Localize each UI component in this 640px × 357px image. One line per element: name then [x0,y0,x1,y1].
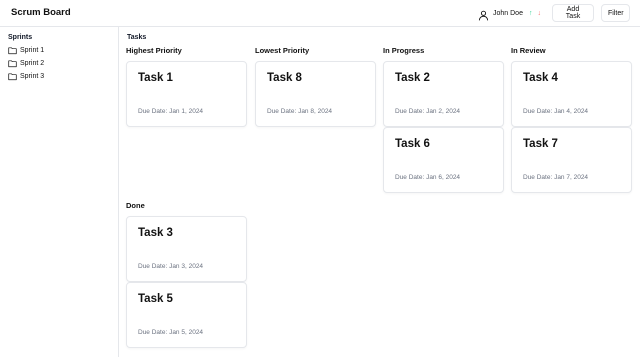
sidebar-item-sprint-1[interactable]: Sprint 1 [8,45,44,56]
task-title: Task 5 [138,293,173,305]
user-name: John Doe [493,9,523,17]
app-title: Scrum Board [11,7,71,18]
user-icon [478,8,489,20]
task-card[interactable]: Task 3 Due Date: Jan 3, 2024 [126,216,247,282]
task-card[interactable]: Task 1 Due Date: Jan 1, 2024 [126,61,247,127]
add-task-button[interactable]: Add Task [552,4,594,22]
task-card[interactable]: Task 5 Due Date: Jan 5, 2024 [126,282,247,348]
task-card[interactable]: Task 7 Due Date: Jan 7, 2024 [511,127,632,193]
sidebar-item-label: Sprint 3 [20,73,45,80]
sidebar-title: Sprints [8,34,33,41]
task-title: Task 3 [138,227,173,239]
sidebar-item-sprint-3[interactable]: Sprint 3 [8,71,44,82]
task-title: Task 6 [395,138,430,150]
sidebar: Sprints Sprint 1 Sprint 2 Sprint 3 [0,27,119,357]
task-due-date: Due Date: Jan 4, 2024 [523,108,589,115]
task-card[interactable]: Task 6 Due Date: Jan 6, 2024 [383,127,504,193]
task-due-date: Due Date: Jan 3, 2024 [138,263,204,270]
task-due-date: Due Date: Jan 1, 2024 [138,108,204,115]
arrow-up-icon[interactable]: ↑ [529,10,533,17]
user-info[interactable]: John Doe ↑ ↓ [478,6,541,20]
sidebar-item-sprint-2[interactable]: Sprint 2 [8,58,44,69]
task-title: Task 7 [523,138,558,150]
task-card[interactable]: Task 2 Due Date: Jan 2, 2024 [383,61,504,127]
task-card[interactable]: Task 8 Due Date: Jan 8, 2024 [255,61,376,127]
folder-icon [8,60,17,68]
column-title-in-progress: In Progress [383,46,425,55]
arrow-down-icon[interactable]: ↓ [537,10,541,17]
task-title: Task 2 [395,72,430,84]
task-due-date: Due Date: Jan 7, 2024 [523,174,589,181]
task-due-date: Due Date: Jan 6, 2024 [395,174,461,181]
task-title: Task 1 [138,72,173,84]
task-card[interactable]: Task 4 Due Date: Jan 4, 2024 [511,61,632,127]
task-due-date: Due Date: Jan 8, 2024 [267,108,333,115]
folder-icon [8,47,17,55]
sidebar-item-label: Sprint 2 [20,60,45,67]
sidebar-item-label: Sprint 1 [20,47,45,54]
folder-icon [8,73,17,81]
column-title-lowest-priority: Lowest Priority [255,46,310,55]
task-title: Task 4 [523,72,558,84]
column-title-in-review: In Review [511,46,546,55]
column-title-done: Done [126,201,145,210]
top-header: Scrum Board John Doe ↑ ↓ Add Task Filter [0,0,640,27]
task-title: Task 8 [267,72,302,84]
task-due-date: Due Date: Jan 5, 2024 [138,329,204,336]
task-due-date: Due Date: Jan 2, 2024 [395,108,461,115]
page-title: Tasks [127,34,147,41]
filter-button[interactable]: Filter [601,4,630,22]
column-title-highest-priority: Highest Priority [126,46,182,55]
